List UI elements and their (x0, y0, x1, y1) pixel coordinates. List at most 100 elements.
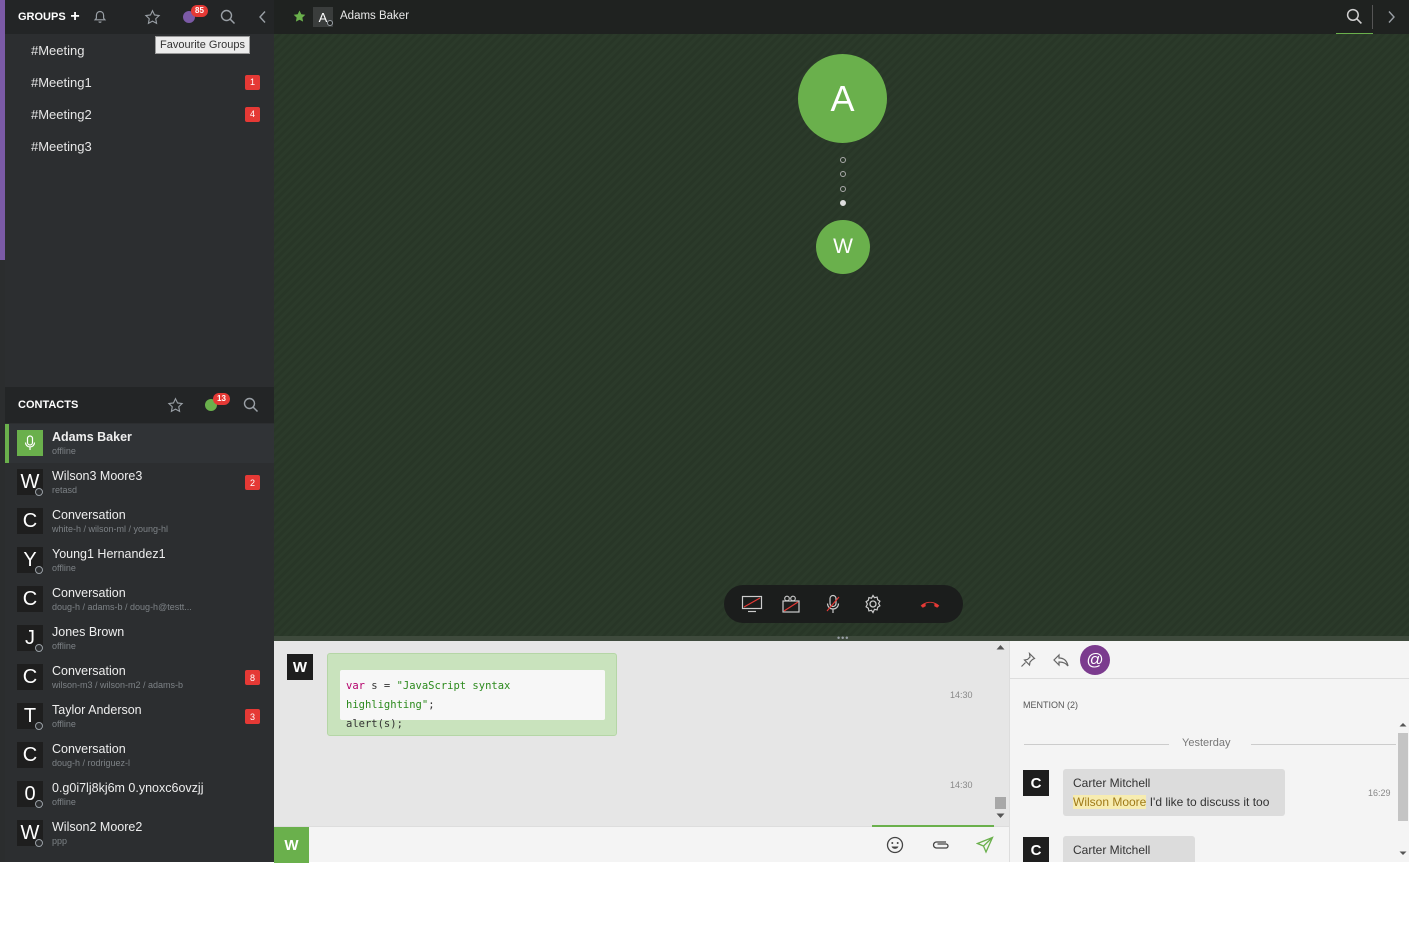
avatar: W (274, 827, 309, 863)
contact-name: Taylor Anderson (52, 703, 142, 717)
contact-item[interactable]: 0 0.g0i7lj8kj6m 0.ynoxc6ovzjj offline (5, 775, 274, 814)
attachment-icon[interactable] (930, 837, 952, 858)
message-time: 14:30 (950, 690, 973, 700)
avatar: C (17, 508, 43, 534)
unread-badge: 3 (245, 709, 260, 724)
reply-icon[interactable] (1052, 652, 1070, 673)
microphone-mute-icon[interactable] (822, 593, 844, 615)
code-keyword: var (346, 680, 365, 692)
message-time: 14:30 (950, 780, 973, 790)
contact-item[interactable]: C Conversation doug-h / adams-b / doug-h… (5, 580, 274, 619)
contact-item[interactable]: C Conversation doug-h / rodriguez-l (5, 736, 274, 775)
expand-chevron-icon[interactable] (1386, 10, 1396, 29)
groups-unread-badge: 85 (191, 5, 208, 17)
contact-name: Conversation (52, 664, 126, 678)
favourite-star-icon[interactable] (142, 7, 162, 27)
search-icon[interactable] (1336, 0, 1373, 35)
presence-indicator (35, 800, 43, 808)
group-label: #Meeting2 (31, 106, 92, 122)
favourite-star-icon[interactable] (292, 9, 307, 29)
contact-item[interactable]: T Taylor Anderson offline 3 (5, 697, 274, 736)
compose-bar: W (274, 825, 1009, 863)
unread-badge: 4 (245, 106, 260, 122)
mention-tag[interactable]: Wilson Moore (1073, 795, 1147, 809)
group-item[interactable]: #Meeting2 4 (5, 98, 274, 130)
group-item[interactable]: #Meeting1 1 (5, 66, 274, 98)
mentions-panel: @ MENTION (2) Yesterday C Carter Mitchel… (1009, 641, 1409, 862)
scrollbar-thumb[interactable] (995, 797, 1006, 809)
code-line: alert(s); (346, 718, 403, 730)
caller-avatar: A (798, 54, 887, 143)
contact-item[interactable]: C Conversation wilson-m3 / wilson-m2 / a… (5, 658, 274, 697)
avatar: C (17, 742, 43, 768)
mentions-scrollbar[interactable] (1397, 719, 1409, 862)
conversation-title: Adams Baker (340, 10, 410, 22)
presence-indicator (327, 20, 333, 26)
contact-name: 0.g0i7lj8kj6m 0.ynoxc6ovzjj (52, 781, 204, 795)
bell-icon[interactable] (90, 7, 110, 27)
contact-item[interactable]: J Jones Brown offline (5, 619, 274, 658)
presence-indicator (35, 839, 43, 847)
connecting-dot (840, 200, 846, 206)
gear-icon[interactable] (862, 593, 884, 615)
group-label: #Meeting1 (31, 74, 92, 90)
app-window: GROUPS + 85 Favourite Groups #Meeting #M… (0, 0, 1409, 863)
connecting-dot (840, 157, 846, 163)
mention-message[interactable]: Carter Mitchell Wilson Moore I'd like to… (1063, 769, 1285, 816)
presence-indicator (35, 488, 43, 496)
contacts-header: CONTACTS 13 (5, 387, 274, 423)
panel-toolbar: @ (1010, 641, 1409, 679)
contact-status: offline (52, 563, 76, 573)
send-icon[interactable] (975, 836, 994, 859)
conversation-header: A Adams Baker (274, 0, 1409, 35)
avatar: C (17, 586, 43, 612)
presence-indicator (35, 566, 43, 574)
contact-status: ppp (52, 836, 68, 846)
message-time: 16:29 (1368, 788, 1391, 798)
contact-item[interactable]: C Conversation white-h / wilson-ml / you… (5, 502, 274, 541)
code-text: s = (364, 680, 397, 692)
avatar: C (17, 664, 43, 690)
mention-count-label: MENTION (2) (1023, 700, 1078, 710)
message-input[interactable] (310, 827, 870, 862)
contact-name: Adams Baker (52, 430, 132, 444)
contact-status: offline (52, 446, 76, 456)
contacts-unread-badge: 13 (213, 393, 230, 405)
contact-item[interactable]: Y Young1 Hernandez1 offline (5, 541, 274, 580)
screen-share-icon[interactable] (741, 593, 763, 615)
search-icon[interactable] (241, 395, 261, 415)
mention-message[interactable]: Carter Mitchell (1063, 836, 1195, 862)
contact-status: offline (52, 719, 76, 729)
collapse-chevron-icon[interactable] (253, 7, 273, 27)
callee-avatar: W (816, 220, 870, 274)
scrollbar-thumb[interactable] (1398, 733, 1408, 821)
add-group-icon[interactable]: + (65, 7, 85, 27)
contact-name: Jones Brown (52, 625, 125, 639)
contact-status: offline (52, 641, 76, 651)
mentions-tab[interactable]: @ (1080, 645, 1110, 675)
favourite-star-icon[interactable] (165, 395, 185, 415)
day-separator: Yesterday (1024, 737, 1396, 751)
group-item[interactable]: #Meeting3 (5, 130, 274, 162)
video-camera-icon[interactable] (781, 593, 803, 615)
favourite-groups-tooltip: Favourite Groups (155, 36, 250, 54)
contact-item[interactable]: Adams Baker offline (5, 424, 274, 463)
contact-name: Conversation (52, 742, 126, 756)
presence-indicator (35, 644, 43, 652)
connecting-dot (840, 186, 846, 192)
code-block: var s = "JavaScript syntax highlighting"… (340, 670, 605, 730)
contact-item[interactable]: W Wilson3 Moore3 retasd 2 (5, 463, 274, 502)
emoji-icon[interactable] (886, 836, 904, 859)
pin-icon[interactable] (1020, 651, 1036, 673)
search-icon[interactable] (218, 7, 238, 27)
unread-badge: 2 (245, 475, 260, 490)
message-bubble: var s = "JavaScript syntax highlighting"… (327, 653, 617, 736)
chat-scrollbar[interactable] (994, 641, 1007, 826)
contact-name: Young1 Hernandez1 (52, 547, 166, 561)
contact-status: doug-h / adams-b / doug-h@testt... (52, 602, 192, 612)
contact-status: retasd (52, 485, 78, 495)
unread-badge: 8 (245, 670, 260, 685)
hang-up-icon[interactable] (919, 593, 941, 615)
groups-title: GROUPS (18, 11, 66, 23)
contact-item[interactable]: W Wilson2 Moore2 ppp (5, 814, 274, 853)
